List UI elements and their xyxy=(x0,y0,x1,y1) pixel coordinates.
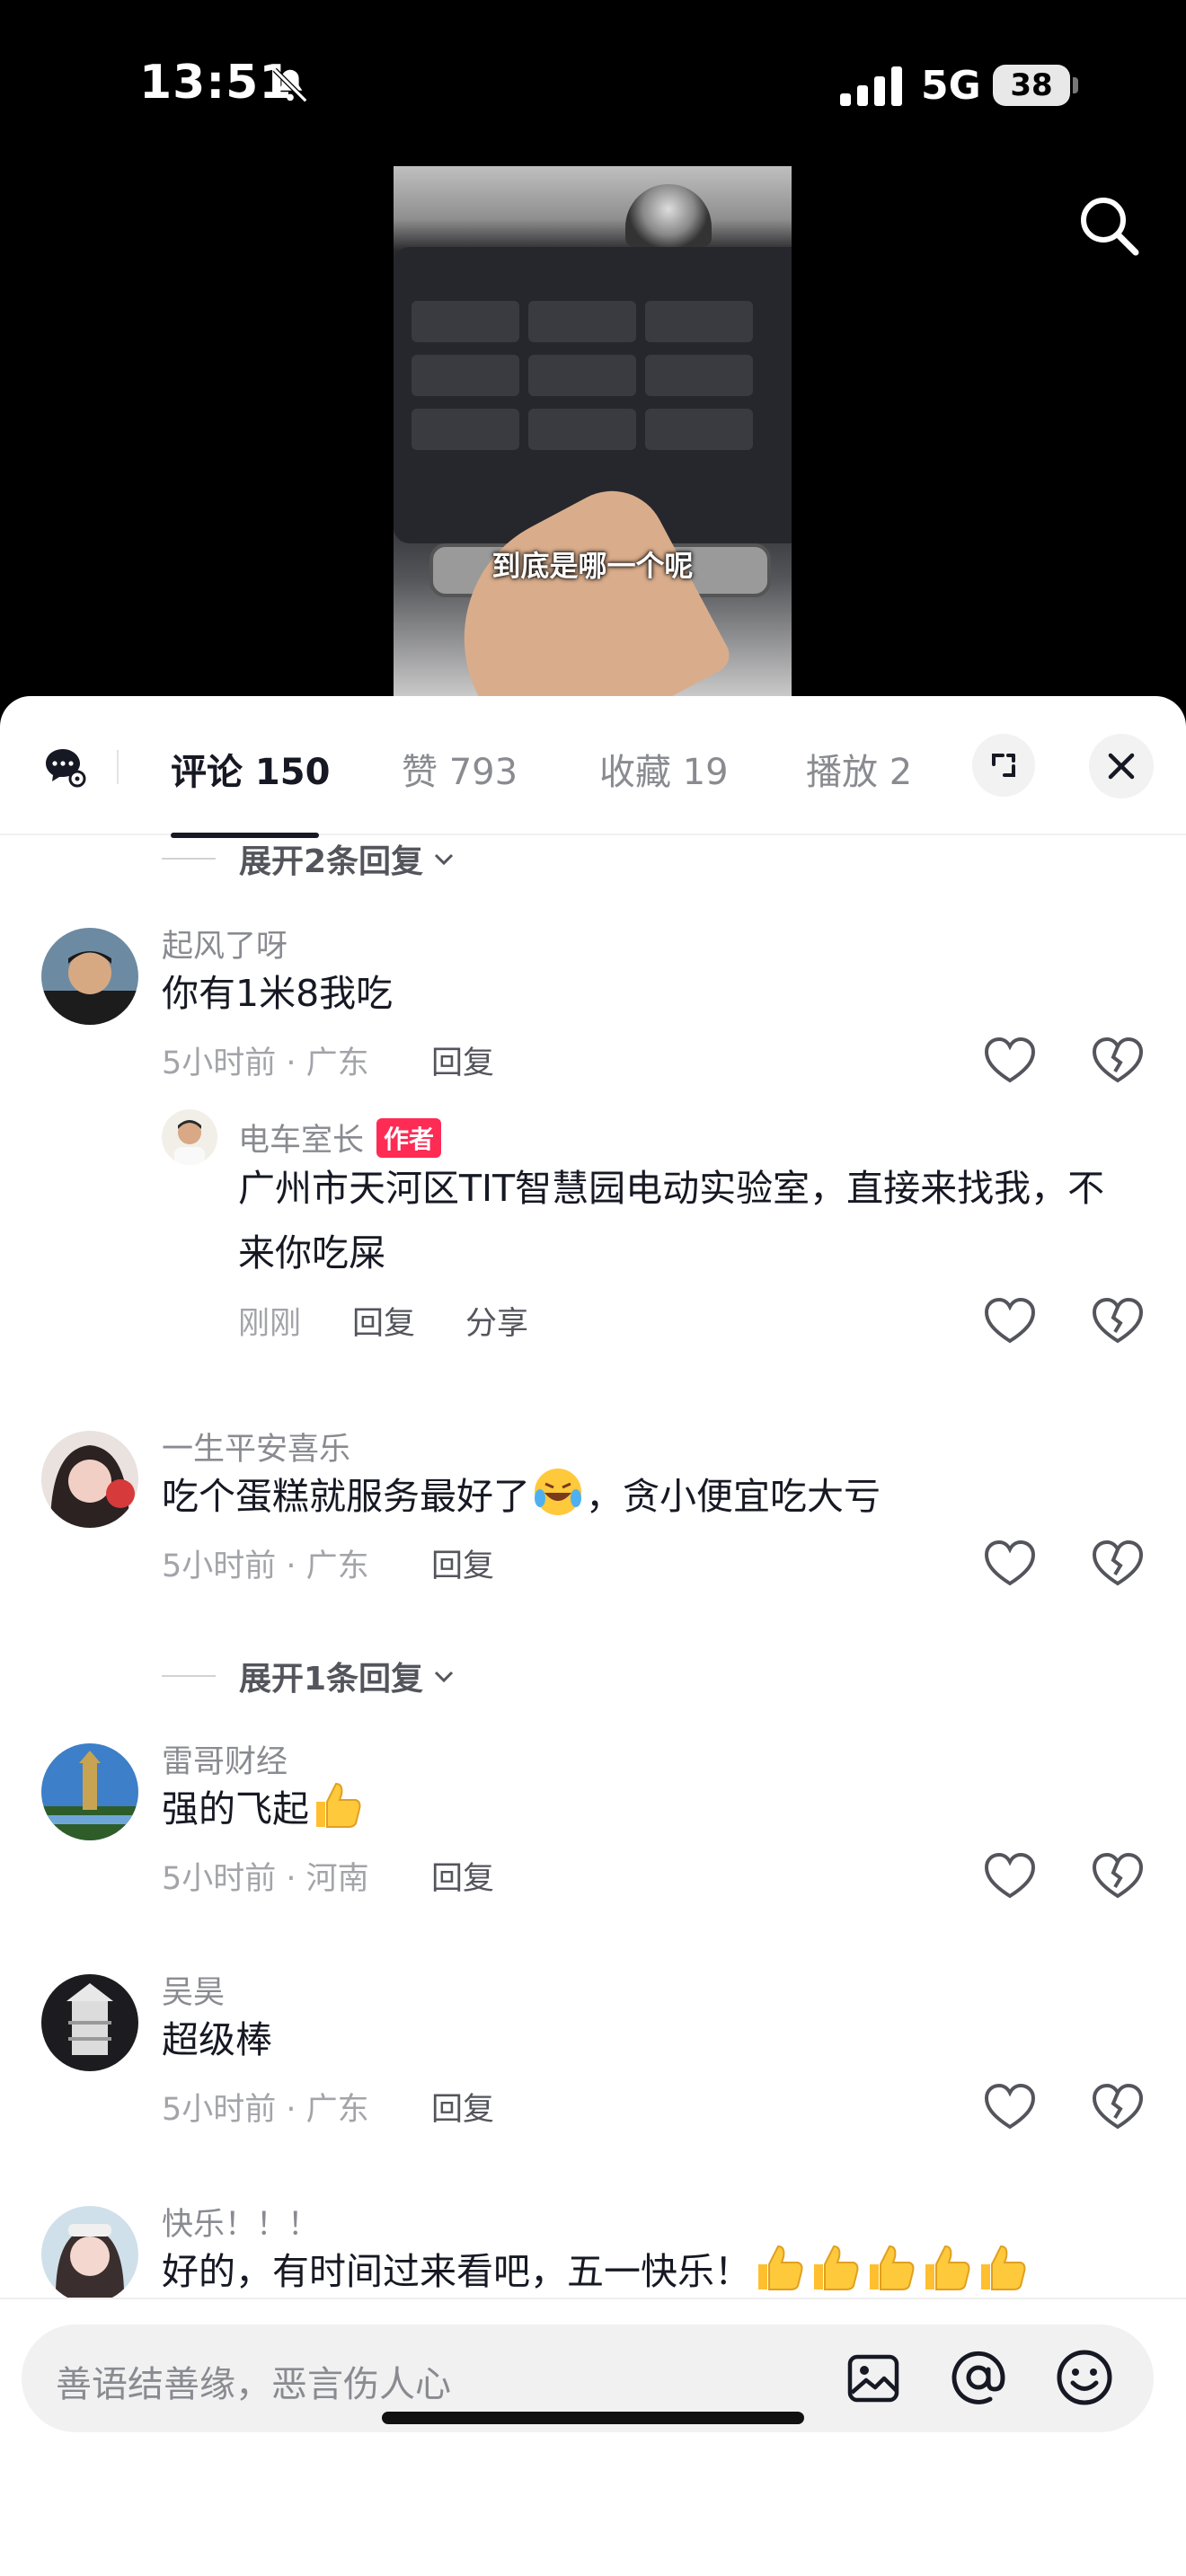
comment-username[interactable]: 雷哥财经 xyxy=(162,1736,288,1782)
comment-input-bar: 善语结善缘，恶言伤人心 xyxy=(0,2298,1186,2576)
battery-level: 38 xyxy=(993,65,1070,106)
expand-icon[interactable] xyxy=(972,734,1035,797)
comment-text-part: 吃个蛋糕就服务最好了 xyxy=(162,1475,530,1518)
thumbs-up-emoji-icon xyxy=(870,2245,915,2290)
heart-icon[interactable] xyxy=(983,1539,1037,1589)
tab-comments[interactable]: 评论 150 xyxy=(171,743,330,795)
signal-icon xyxy=(840,66,902,106)
avatar[interactable] xyxy=(41,2206,138,2298)
thumbs-up-emoji-icon xyxy=(758,2245,803,2290)
expand-replies-label: 展开1条回复 xyxy=(239,1661,424,1698)
broken-heart-icon[interactable] xyxy=(1091,1296,1145,1346)
thumbs-up-emoji-icon xyxy=(925,2245,970,2290)
comment-meta: 5小时前 · 广东 xyxy=(162,1045,369,1081)
chat-settings-icon[interactable] xyxy=(43,745,86,789)
reply-button[interactable]: 回复 xyxy=(352,1298,415,1344)
screen-tile xyxy=(412,301,519,342)
reply-meta: 刚刚 xyxy=(238,1306,302,1342)
divider-line xyxy=(162,858,216,860)
comment-text-part: 好的，有时间过来看吧，五一快乐！ xyxy=(162,2250,751,2293)
comment-text-part: ，贪小便宜吃大亏 xyxy=(586,1475,881,1518)
reply-username-text[interactable]: 电车室长 xyxy=(238,1123,364,1159)
search-icon[interactable] xyxy=(1076,193,1141,258)
comment-panel: 评论 150 赞 793 收藏 19 播放 2 展开2条回复 起风了呀 你有1米… xyxy=(0,696,1186,2576)
comment-username[interactable]: 一生平安喜乐 xyxy=(162,1424,350,1469)
screen-tile xyxy=(645,409,753,450)
screen-tile xyxy=(645,301,753,342)
screen-tile xyxy=(528,301,636,342)
avatar[interactable] xyxy=(41,928,138,1025)
thumbs-up-emoji-icon xyxy=(814,2245,859,2290)
reply-button[interactable]: 回复 xyxy=(431,1540,494,1586)
smiley-icon[interactable] xyxy=(1055,2348,1114,2407)
screen-tile xyxy=(412,355,519,396)
chevron-down-icon xyxy=(435,853,454,866)
battery-tip xyxy=(1073,77,1078,93)
comment-text: 你有1米8我吃 xyxy=(162,972,394,1015)
screen-tile xyxy=(412,409,519,450)
close-icon[interactable] xyxy=(1089,734,1154,798)
broken-heart-icon[interactable] xyxy=(1091,1851,1145,1901)
comment-text: 吃个蛋糕就服务最好了 ，贪小便宜吃大亏 xyxy=(162,1464,881,1529)
tab-divider xyxy=(117,750,119,784)
screen-tile xyxy=(528,409,636,450)
tab-favorites[interactable]: 收藏 19 xyxy=(599,743,729,795)
expand-replies-label: 展开2条回复 xyxy=(239,843,424,880)
comment-username[interactable]: 吴昊 xyxy=(162,1967,225,2013)
heart-icon[interactable] xyxy=(983,1851,1037,1901)
network-type: 5G xyxy=(921,63,981,109)
comment-text: 超级棒 xyxy=(162,2018,272,2061)
comment-username[interactable]: 快乐！！！ xyxy=(162,2199,319,2245)
comment-tabs: 评论 150 赞 793 收藏 19 播放 2 xyxy=(0,696,1186,838)
expand-replies-button[interactable]: 展开1条回复 xyxy=(162,1653,456,1699)
comment-text: 好的，有时间过来看吧，五一快乐！ xyxy=(162,2239,1030,2298)
broken-heart-icon[interactable] xyxy=(1091,2082,1145,2132)
comment-meta: 5小时前 · 广东 xyxy=(162,2092,369,2128)
status-bar: 13:51 5G 38 xyxy=(0,0,1186,171)
heart-icon[interactable] xyxy=(983,1296,1037,1346)
divider-line xyxy=(162,1675,216,1677)
comment-text-part: 强的飞起 xyxy=(162,1787,309,1831)
share-button[interactable]: 分享 xyxy=(465,1298,528,1344)
comment-text: 强的飞起 xyxy=(162,1777,365,1841)
comment-meta: 5小时前 · 河南 xyxy=(162,1861,369,1897)
comment-list[interactable]: 展开2条回复 起风了呀 你有1米8我吃 5小时前 · 广东 回复 电车室长 作者… xyxy=(0,835,1186,2298)
video-player[interactable]: 到底是哪一个呢 xyxy=(394,166,792,696)
reply-button[interactable]: 回复 xyxy=(431,1853,494,1899)
screen-tile xyxy=(645,355,753,396)
chevron-down-icon xyxy=(435,1671,454,1683)
screen-tile xyxy=(528,355,636,396)
broken-heart-icon[interactable] xyxy=(1091,1539,1145,1589)
tab-plays[interactable]: 播放 2 xyxy=(806,743,923,795)
thumbs-up-emoji-icon xyxy=(316,1782,361,1828)
comment-username[interactable]: 起风了呀 xyxy=(162,921,288,966)
at-icon[interactable] xyxy=(949,2348,1008,2407)
avatar[interactable] xyxy=(41,1431,138,1528)
comment-meta: 5小时前 · 广东 xyxy=(162,1548,369,1584)
avatar[interactable] xyxy=(41,1743,138,1840)
avatar[interactable] xyxy=(41,1974,138,2071)
image-icon[interactable] xyxy=(846,2351,900,2405)
author-badge: 作者 xyxy=(376,1118,442,1158)
avatar[interactable] xyxy=(162,1109,217,1165)
reply-button[interactable]: 回复 xyxy=(431,2084,494,2130)
broken-heart-icon[interactable] xyxy=(1091,1036,1145,1086)
bell-off-icon xyxy=(272,67,308,103)
heart-icon[interactable] xyxy=(983,1036,1037,1086)
reply-username: 电车室长 作者 xyxy=(238,1115,442,1160)
home-indicator[interactable] xyxy=(382,2412,804,2424)
reply-text: 广州市天河区TIT智慧园电动实验室，直接来找我，不来你吃屎 xyxy=(238,1167,1105,1275)
tab-likes[interactable]: 赞 793 xyxy=(402,743,518,795)
heart-icon[interactable] xyxy=(983,2082,1037,2132)
video-caption: 到底是哪一个呢 xyxy=(491,549,694,583)
input-placeholder: 善语结善缘，恶言伤人心 xyxy=(56,2364,451,2405)
thumbs-up-emoji-icon xyxy=(981,2245,1026,2290)
laughing-crying-emoji-icon xyxy=(535,1469,581,1515)
drive-knob xyxy=(625,184,712,247)
reply-button[interactable]: 回复 xyxy=(431,1037,494,1083)
expand-replies-button[interactable]: 展开2条回复 xyxy=(162,835,456,882)
